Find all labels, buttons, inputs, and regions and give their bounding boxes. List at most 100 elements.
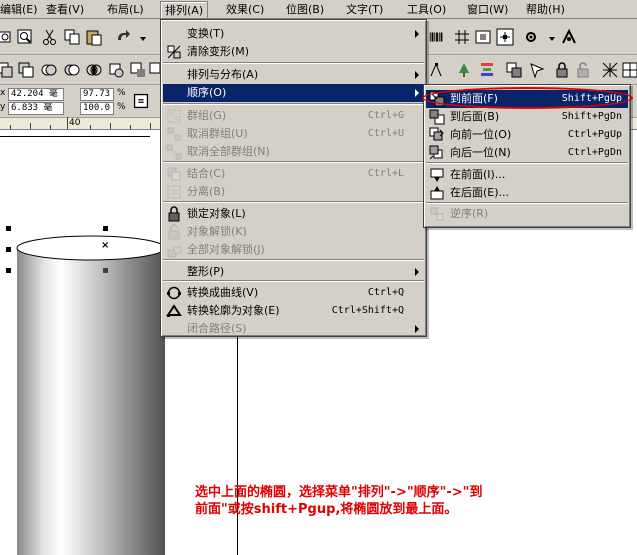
- unlock-object-icon[interactable]: [574, 61, 592, 79]
- cylinder-shape[interactable]: [14, 235, 169, 555]
- order-submenu: 到前面(F) Shift+PgUp 到后面(B) Shift+PgDn 向前一位(O) C…: [423, 84, 631, 228]
- order-menu-item[interactable]: 在前面(I)...: [426, 166, 628, 184]
- menu-layout[interactable]: 布局(L): [103, 1, 148, 18]
- y-position-field[interactable]: 6.833 毫: [8, 102, 64, 115]
- selection-handle[interactable]: [6, 268, 11, 273]
- paste-icon[interactable]: [85, 28, 103, 46]
- height-scale-field[interactable]: 100.0: [80, 102, 114, 115]
- width-scale-field[interactable]: 97.73: [80, 88, 114, 101]
- unlock-icon: [166, 224, 182, 240]
- intersect-icon[interactable]: [85, 61, 103, 79]
- weld-icon[interactable]: [40, 61, 58, 79]
- app-launcher-icon[interactable]: [522, 28, 540, 46]
- top-ellipse[interactable]: [16, 235, 166, 261]
- barcode-icon[interactable]: [428, 28, 448, 46]
- arrange-icon[interactable]: [0, 61, 14, 79]
- arrange-menu-item[interactable]: 整形(P): [163, 263, 424, 281]
- texture-fill-icon[interactable]: [621, 61, 637, 79]
- node-edit-icon[interactable]: [428, 61, 446, 79]
- order-menu-item[interactable]: 向前一位(O) Ctrl+PgUp: [426, 126, 628, 144]
- behind-icon: [429, 185, 445, 201]
- menu-bar: 编辑(E) 查看(V) 布局(L) 排列(A) 效果(C) 位图(B) 文字(T…: [0, 0, 637, 19]
- snap-guides-icon[interactable]: [474, 28, 492, 46]
- order-menu-item[interactable]: 到后面(B) Shift+PgDn: [426, 108, 628, 126]
- menu-item-label: 对象解锁(K): [187, 225, 247, 238]
- convert-curves-icon: [166, 285, 182, 301]
- menu-effects[interactable]: 效果(C): [222, 1, 268, 18]
- cut-icon[interactable]: [41, 28, 59, 46]
- group-icon: [166, 108, 182, 124]
- arrange-menu-item[interactable]: 转换成曲线(V) Ctrl+Q: [163, 284, 424, 302]
- undo-dropdown-icon[interactable]: [134, 31, 146, 49]
- ungroup-icon: [166, 126, 182, 142]
- menu-edit[interactable]: 编辑(E): [0, 1, 42, 18]
- submenu-arrow-icon: [415, 89, 419, 97]
- arrange-menu-item[interactable]: 排列与分布(A): [163, 66, 424, 84]
- arrange-menu-item[interactable]: 顺序(O): [163, 84, 424, 102]
- order-to-front-icon[interactable]: [505, 61, 523, 79]
- menu-item-label: 整形(P): [187, 265, 225, 278]
- arrange-menu-item[interactable]: 转换轮廓为对象(E) Ctrl+Shift+Q: [163, 302, 424, 320]
- lock-object-icon[interactable]: [553, 61, 571, 79]
- y-label: y: [0, 102, 6, 112]
- arrange-menu-item[interactable]: 取消全部群组(N): [163, 143, 424, 161]
- zoom-icon[interactable]: [16, 28, 34, 46]
- arrange-menu-item[interactable]: 结合(C) Ctrl+L: [163, 165, 424, 183]
- selection-handle[interactable]: [103, 226, 108, 231]
- arrange-menu-item[interactable]: 闭合路径(S): [163, 320, 424, 338]
- menu-help[interactable]: 帮助(H): [522, 1, 569, 18]
- tree-icon[interactable]: [455, 61, 473, 79]
- menu-separator: [426, 162, 628, 164]
- selection-handle[interactable]: [6, 226, 11, 231]
- arrange-menu-item[interactable]: 群组(G) Ctrl+G: [163, 107, 424, 125]
- page-border-top: [0, 136, 150, 137]
- lock-icon: [166, 206, 182, 222]
- menu-tools[interactable]: 工具(O): [403, 1, 450, 18]
- copy-icon[interactable]: [63, 28, 81, 46]
- submenu-arrow-icon: [415, 268, 419, 276]
- menu-separator: [426, 202, 628, 204]
- menu-view[interactable]: 查看(V): [42, 1, 88, 18]
- arrange-menu-item[interactable]: 锁定对象(L): [163, 205, 424, 223]
- shape-arrow-icon[interactable]: [528, 61, 546, 79]
- x-position-field[interactable]: 42.204 毫: [8, 88, 64, 101]
- launcher-dropdown-icon[interactable]: [543, 31, 555, 49]
- order-menu-item[interactable]: 在后面(E)...: [426, 184, 628, 202]
- menu-item-label: 向前一位(O): [450, 128, 512, 141]
- snap-objects-icon[interactable]: [496, 28, 514, 46]
- pattern-fill-icon[interactable]: [601, 61, 619, 79]
- menu-arrange[interactable]: 排列(A): [160, 1, 209, 18]
- order-menu-item[interactable]: 向后一位(N) Ctrl+PgDn: [426, 144, 628, 162]
- order-menu-item[interactable]: 到前面(F) Shift+PgUp: [426, 90, 628, 108]
- snap-grid-icon[interactable]: [453, 28, 471, 46]
- menu-item-shortcut: Ctrl+PgDn: [567, 147, 622, 158]
- menu-separator: [163, 259, 424, 261]
- arrange-menu-item[interactable]: 变换(T): [163, 25, 424, 43]
- arrange-menu-item[interactable]: 分离(B): [163, 183, 424, 201]
- arrange-menu-item[interactable]: 对象解锁(K): [163, 223, 424, 241]
- lock-ratio-icon[interactable]: [132, 92, 149, 109]
- selection-handle[interactable]: [103, 268, 108, 273]
- trim-icon[interactable]: [63, 61, 81, 79]
- menu-item-label: 逆序(R): [450, 207, 489, 220]
- order-menu-item[interactable]: 逆序(R): [426, 205, 628, 223]
- front-back-icon[interactable]: [17, 61, 35, 79]
- undo-icon[interactable]: [114, 28, 132, 46]
- arrange-menu-item[interactable]: 清除变形(M): [163, 43, 424, 61]
- arrange-menu-item[interactable]: 取消群组(U) Ctrl+U: [163, 125, 424, 143]
- tutorial-annotation: 选中上面的椭圆，选择菜单"排列"->"顺序"->"到前面"或按shift+Pgu…: [195, 485, 483, 517]
- menu-item-label: 锁定对象(L): [187, 207, 246, 220]
- simplify-icon[interactable]: [107, 61, 125, 79]
- menu-item-shortcut: Ctrl+PgUp: [567, 129, 622, 140]
- height-percent: %: [117, 102, 126, 112]
- arrange-menu-item[interactable]: 全部对象解锁(J): [163, 241, 424, 259]
- print-preview-icon[interactable]: [0, 28, 14, 46]
- corel-online-icon[interactable]: [560, 28, 578, 46]
- menu-text[interactable]: 文字(T): [342, 1, 387, 18]
- align-objects-icon[interactable]: [478, 61, 496, 79]
- menu-bitmaps[interactable]: 位图(B): [282, 1, 328, 18]
- menu-item-shortcut: Ctrl+U: [367, 128, 404, 139]
- front-minus-back-icon[interactable]: [129, 61, 147, 79]
- selection-handle[interactable]: [6, 247, 11, 252]
- menu-window[interactable]: 窗口(W): [463, 1, 512, 18]
